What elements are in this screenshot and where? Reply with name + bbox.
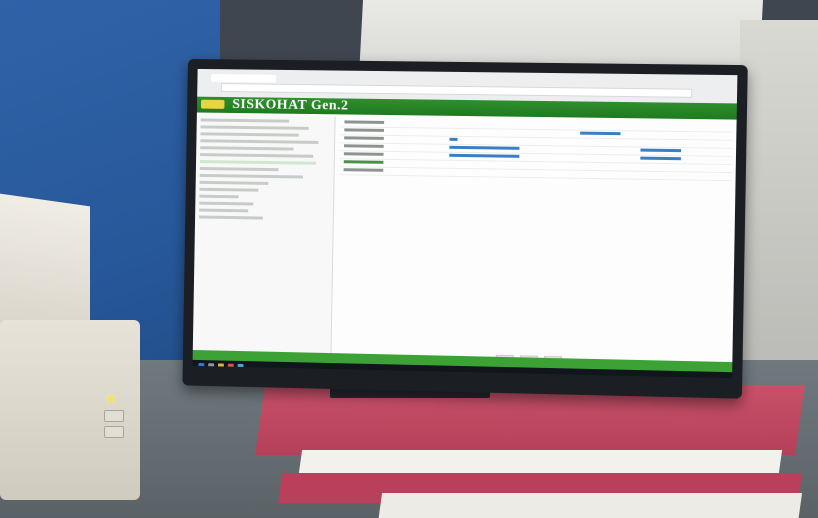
field-label [344,120,384,124]
field-value [640,149,681,153]
tree-item [200,181,269,185]
app-title: SISKOHAT Gen.2 [232,97,348,114]
field-label [344,136,384,140]
printer-button-top [104,410,124,422]
tree-item [200,146,293,150]
field-value [580,132,620,136]
browser-tab [211,74,276,83]
tree-item [201,125,309,129]
field-label [344,168,384,172]
field-value [450,138,458,141]
menu-button [201,100,225,109]
tree-item [199,215,263,219]
field-label [344,144,384,148]
white-paper-lower [378,493,802,518]
right-curtain [740,20,818,380]
tree-item [200,132,298,136]
search-icon [208,363,214,369]
tree-item [200,153,313,158]
monitor-screen: SISKOHAT Gen.2 [193,69,738,378]
tree-item [199,209,248,213]
browser-icon [228,364,234,370]
field-label [344,128,384,132]
field-label [344,160,384,164]
tree-item [200,167,279,171]
photo-scene: SISKOHAT Gen.2 [0,0,818,518]
monitor: SISKOHAT Gen.2 [182,59,747,399]
printer-button-bottom [104,426,124,438]
printer [0,200,150,500]
navigation-tree [193,114,336,355]
tree-item [199,195,238,199]
paper-stack [260,385,818,518]
printer-led-icon [108,396,114,402]
field-value [640,157,681,161]
tree-item [200,139,318,144]
field-label [344,152,384,156]
folder-icon [218,363,224,369]
start-icon [198,363,204,369]
tree-item [200,174,303,179]
tree-item [199,202,253,206]
tree-item [199,188,258,192]
app-icon [238,364,244,370]
tree-item-active [200,160,316,165]
address-bar [221,83,693,98]
tree-item [201,118,289,122]
field-value [449,146,519,150]
field-value [449,154,519,158]
